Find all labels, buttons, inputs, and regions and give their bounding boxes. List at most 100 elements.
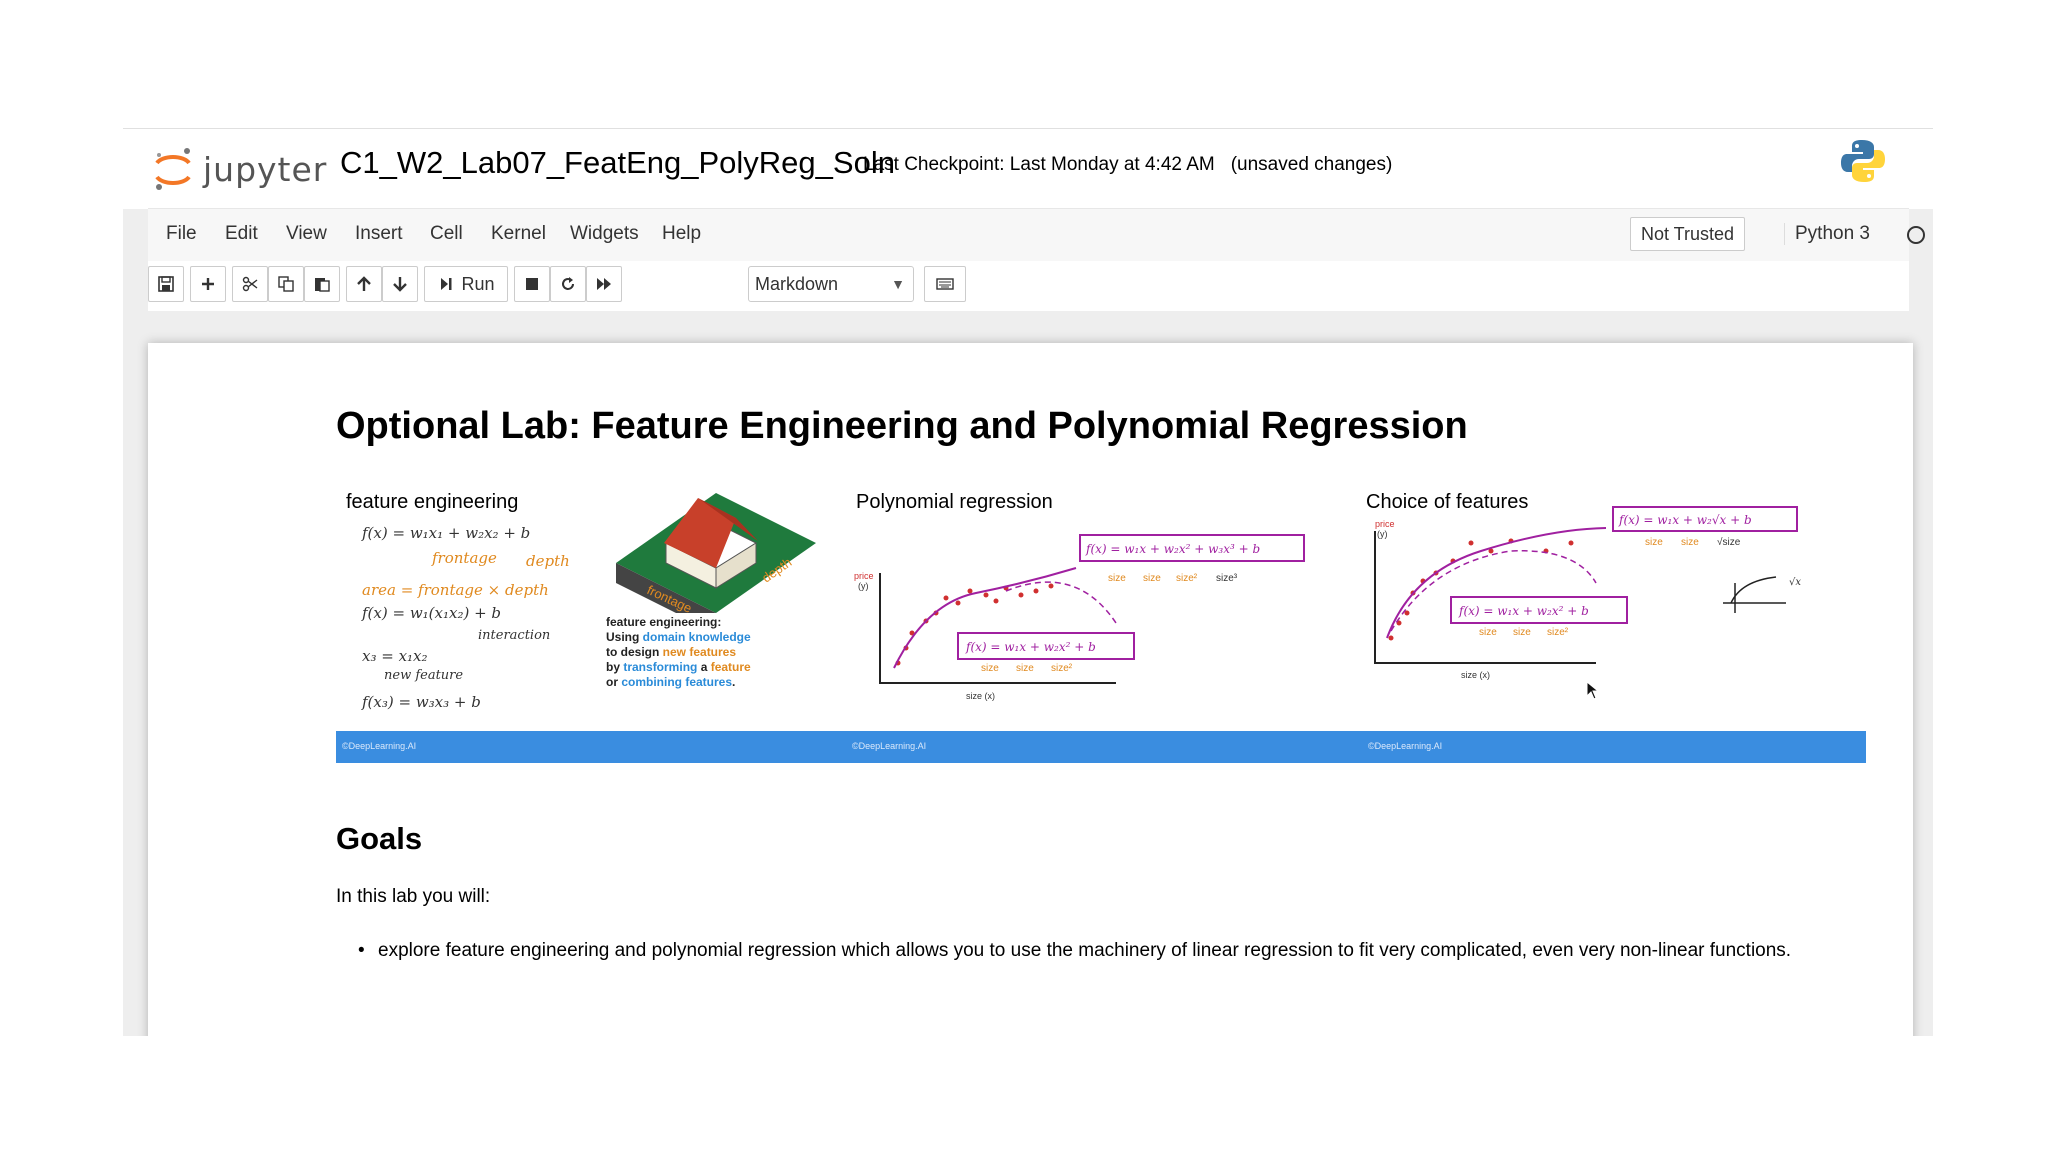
svg-text:size (x): size (x) xyxy=(966,691,995,701)
svg-text:price: price xyxy=(854,571,874,581)
svg-text:size: size xyxy=(1645,537,1663,548)
kernel-status-icon xyxy=(1907,226,1925,244)
notebook-header: jupyter C1_W2_Lab07_FeatEng_PolyReg_Soln… xyxy=(123,128,1933,209)
menu-view[interactable]: View xyxy=(286,223,327,245)
scissors-icon xyxy=(242,276,258,292)
banner-footer-bar: ©DeepLearning.AI ©DeepLearning.AI ©DeepL… xyxy=(336,731,1866,763)
polynomial-regression-panel: Polynomial regression price (y) f(x) = w… xyxy=(846,473,1356,733)
menu-file[interactable]: File xyxy=(166,223,197,245)
svg-text:size: size xyxy=(1108,573,1126,584)
svg-text:√x: √x xyxy=(1789,577,1801,588)
svg-text:size: size xyxy=(1513,627,1531,638)
interaction-note: interaction xyxy=(478,628,550,643)
save-button[interactable] xyxy=(148,266,184,302)
keyboard-icon xyxy=(936,278,954,290)
arrow-up-icon xyxy=(357,276,371,291)
insert-cell-button[interactable] xyxy=(190,266,226,302)
copy-icon xyxy=(278,276,294,292)
svg-text:√size: √size xyxy=(1717,536,1741,548)
svg-text:(y): (y) xyxy=(1377,529,1388,539)
toolbar: Run Markdown ▼ xyxy=(148,261,1909,311)
svg-text:f(x₃) = w₃x₃ + b: f(x₃) = w₃x₃ + b xyxy=(361,693,481,711)
deeplearning-ai-tag: ©DeepLearning.AI xyxy=(342,741,417,751)
svg-text:size: size xyxy=(1143,573,1161,584)
paste-icon xyxy=(315,278,330,292)
svg-text:area = frontage × depth: area = frontage × depth xyxy=(362,581,549,599)
step-forward-icon xyxy=(441,278,452,290)
cell-type-value: Markdown xyxy=(755,274,839,294)
depth-note: depth xyxy=(526,552,570,570)
svg-text:(y): (y) xyxy=(858,581,869,591)
command-palette-button[interactable] xyxy=(924,266,966,302)
checkpoint-status: Last Checkpoint: Last Monday at 4:42 AM (… xyxy=(863,154,1408,176)
browser-frame: jupyter C1_W2_Lab07_FeatEng_PolyReg_Soln… xyxy=(123,128,1933,1036)
menu-help[interactable]: Help xyxy=(662,223,701,245)
polynomial-regression-plot: price (y) f(x) = w₁x + w₂x² + b f(x) = w… xyxy=(854,534,1305,701)
menu-cell[interactable]: Cell xyxy=(430,223,463,245)
svg-text:f(x) = w₁x₁ + w₂x₂ + b: f(x) = w₁x₁ + w₂x₂ + b xyxy=(361,524,530,542)
copy-button[interactable] xyxy=(268,266,304,302)
new-feature-note: new feature xyxy=(384,668,463,683)
restart-run-all-button[interactable] xyxy=(586,266,622,302)
python-logo-icon xyxy=(1841,140,1885,182)
paste-button[interactable] xyxy=(304,266,340,302)
not-trusted-button[interactable]: Not Trusted xyxy=(1630,217,1746,251)
cut-button[interactable] xyxy=(232,266,268,302)
feature-engineering-caption: feature engineering: Using domain knowle… xyxy=(606,615,751,689)
notebook-title[interactable]: C1_W2_Lab07_FeatEng_PolyReg_Soln xyxy=(340,145,895,181)
menu-insert[interactable]: Insert xyxy=(355,223,403,245)
frontage-note: frontage xyxy=(431,549,497,567)
svg-text:size²: size² xyxy=(1176,573,1198,584)
goals-intro: In this lab you will: xyxy=(336,886,491,907)
unsaved-changes: (unsaved changes) xyxy=(1230,154,1393,175)
svg-text:size: size xyxy=(1016,663,1034,674)
svg-text:size²: size² xyxy=(1051,663,1073,674)
svg-text:f(x) = w₁x + w₂x² + b: f(x) = w₁x + w₂x² + b xyxy=(965,640,1096,654)
svg-text:size: size xyxy=(981,663,999,674)
svg-text:f(x) = w₁(x₁x₂) + b: f(x) = w₁(x₁x₂) + b xyxy=(361,604,501,622)
svg-text:x₃ = x₁x₂: x₃ = x₁x₂ xyxy=(362,647,428,665)
bullet-icon: • xyxy=(358,940,365,961)
run-button[interactable]: Run xyxy=(424,266,508,302)
svg-text:f(x) = w₁x + w₂x² + w₃x³ + b: f(x) = w₁x + w₂x² + w₃x³ + b xyxy=(1085,542,1260,556)
menu-widgets[interactable]: Widgets xyxy=(570,223,639,245)
menu-edit[interactable]: Edit xyxy=(225,223,258,245)
house-illustration-panel: frontage depth feature engineering: Usin… xyxy=(606,473,836,733)
notebook-container: Optional Lab: Feature Engineering and Po… xyxy=(148,343,1913,1036)
svg-text:size²: size² xyxy=(1547,627,1569,638)
stop-icon xyxy=(526,278,538,290)
fast-forward-icon xyxy=(597,278,611,290)
svg-text:size: size xyxy=(1681,537,1699,548)
floppy-disk-icon xyxy=(158,276,174,292)
goals-list-item: • explore feature engineering and polyno… xyxy=(358,936,1848,966)
goals-heading: Goals xyxy=(336,821,423,856)
lab-banner-image: feature engineering f(x) = w₁x₁ + w₂x₂ +… xyxy=(336,473,1866,773)
choice-of-features-plot: price (y) f(x) = w₁x + w₂x² + b f(x) = w… xyxy=(1374,506,1801,680)
arrow-down-icon xyxy=(393,277,407,292)
kernel-name[interactable]: Python 3 xyxy=(1784,223,1870,245)
svg-text:price: price xyxy=(1375,519,1395,529)
deeplearning-ai-tag: ©DeepLearning.AI xyxy=(1368,741,1443,751)
svg-text:f(x) = w₁x + w₂√x + b: f(x) = w₁x + w₂√x + b xyxy=(1618,513,1752,527)
move-up-button[interactable] xyxy=(346,266,382,302)
goals-list-item-text: explore feature engineering and polynomi… xyxy=(378,940,1792,961)
menu-kernel[interactable]: Kernel xyxy=(491,223,546,245)
cell-type-select[interactable]: Markdown ▼ xyxy=(748,266,914,302)
jupyter-logo-text: jupyter xyxy=(203,149,328,189)
restart-button[interactable] xyxy=(550,266,586,302)
checkpoint-text: Last Checkpoint: Last Monday at 4:42 AM xyxy=(863,154,1215,175)
move-down-button[interactable] xyxy=(382,266,418,302)
deeplearning-ai-tag: ©DeepLearning.AI xyxy=(852,741,927,751)
mouse-cursor-icon xyxy=(1586,681,1600,700)
choice-of-features-panel: Choice of features price (y) f(x) = w₁x … xyxy=(1361,473,1866,733)
plus-icon xyxy=(202,278,214,290)
run-label: Run xyxy=(461,273,495,294)
jupyter-logo-icon xyxy=(155,148,191,190)
restart-icon xyxy=(562,277,574,290)
house-icon: frontage depth xyxy=(616,493,816,613)
svg-text:size: size xyxy=(1479,627,1497,638)
chevron-down-icon: ▼ xyxy=(891,276,905,292)
interrupt-button[interactable] xyxy=(514,266,550,302)
jupyter-logo[interactable]: jupyter xyxy=(153,141,327,197)
svg-text:f(x) = w₁x + w₂x² + b: f(x) = w₁x + w₂x² + b xyxy=(1458,604,1589,618)
